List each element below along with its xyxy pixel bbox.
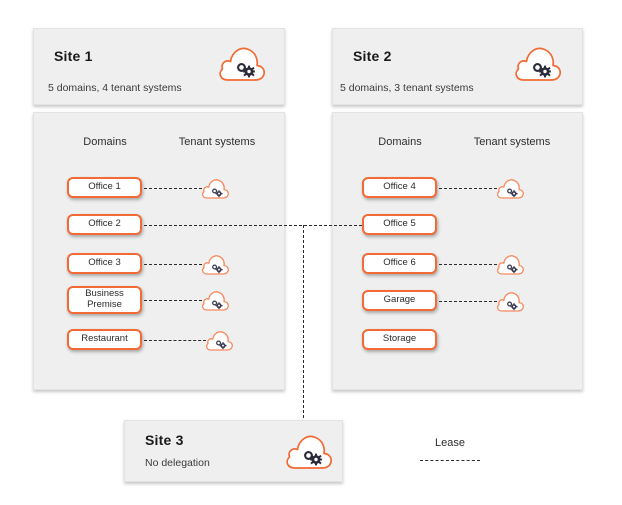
- tenant-cloud-gears-small-icon-office-1: [200, 176, 232, 201]
- site-1-tenants-column-header: Tenant systems: [178, 136, 256, 148]
- site-1-subtitle: 5 domains, 4 tenant systems: [48, 82, 182, 94]
- site-2-subtitle: 5 domains, 3 tenant systems: [340, 82, 474, 94]
- tenant-cloud-gears-small-icon-restaurant: [204, 328, 236, 353]
- site-1-domains-column-header: Domains: [83, 136, 127, 148]
- lease-line-office-4: [439, 188, 497, 189]
- lease-line-office-3: [144, 264, 202, 265]
- domain-box-office-3[interactable]: Office 3: [67, 253, 142, 274]
- tenant-cloud-gears-small-icon-garage: [495, 289, 527, 314]
- site-3-title: Site 3: [145, 432, 184, 448]
- domain-box-business-premise[interactable]: Business Premise: [67, 286, 142, 314]
- site-2-tenants-column-header: Tenant systems: [473, 136, 551, 148]
- tenant-cloud-gears-small-icon-office-4: [495, 176, 527, 201]
- lease-line-garage: [439, 301, 497, 302]
- legend-lease-line: [420, 460, 480, 461]
- site-2-cloud-gears-icon: [512, 42, 564, 84]
- lease-line-office-6: [439, 264, 497, 265]
- lease-line-office-1: [144, 188, 202, 189]
- lease-line-to-site-3: [303, 225, 304, 433]
- domain-box-office-5[interactable]: Office 5: [362, 214, 437, 235]
- domain-box-office-6[interactable]: Office 6: [362, 253, 437, 274]
- tenant-cloud-gears-small-icon-business-premise: [200, 288, 232, 313]
- lease-line-restaurant: [144, 340, 206, 341]
- lease-line-business-premise: [144, 300, 202, 301]
- lease-line-office-2-to-office-5: [144, 225, 362, 226]
- site-1-title: Site 1: [54, 48, 93, 64]
- tenant-cloud-gears-small-icon-office-3: [200, 252, 232, 277]
- tenant-cloud-gears-small-icon-office-6: [495, 252, 527, 277]
- site-1-cloud-gears-icon: [216, 42, 268, 84]
- domain-box-office-1[interactable]: Office 1: [67, 177, 142, 198]
- domain-box-office-4[interactable]: Office 4: [362, 177, 437, 198]
- domain-box-garage[interactable]: Garage: [362, 290, 437, 311]
- legend-lease-label: Lease: [435, 437, 465, 449]
- site-2-title: Site 2: [353, 48, 392, 64]
- site-3-subtitle: No delegation: [145, 457, 210, 469]
- domain-box-restaurant[interactable]: Restaurant: [67, 329, 142, 350]
- site-2-domains-column-header: Domains: [378, 136, 422, 148]
- domain-box-storage[interactable]: Storage: [362, 329, 437, 350]
- site-3-cloud-gears-icon: [283, 430, 335, 472]
- domain-box-office-2[interactable]: Office 2: [67, 214, 142, 235]
